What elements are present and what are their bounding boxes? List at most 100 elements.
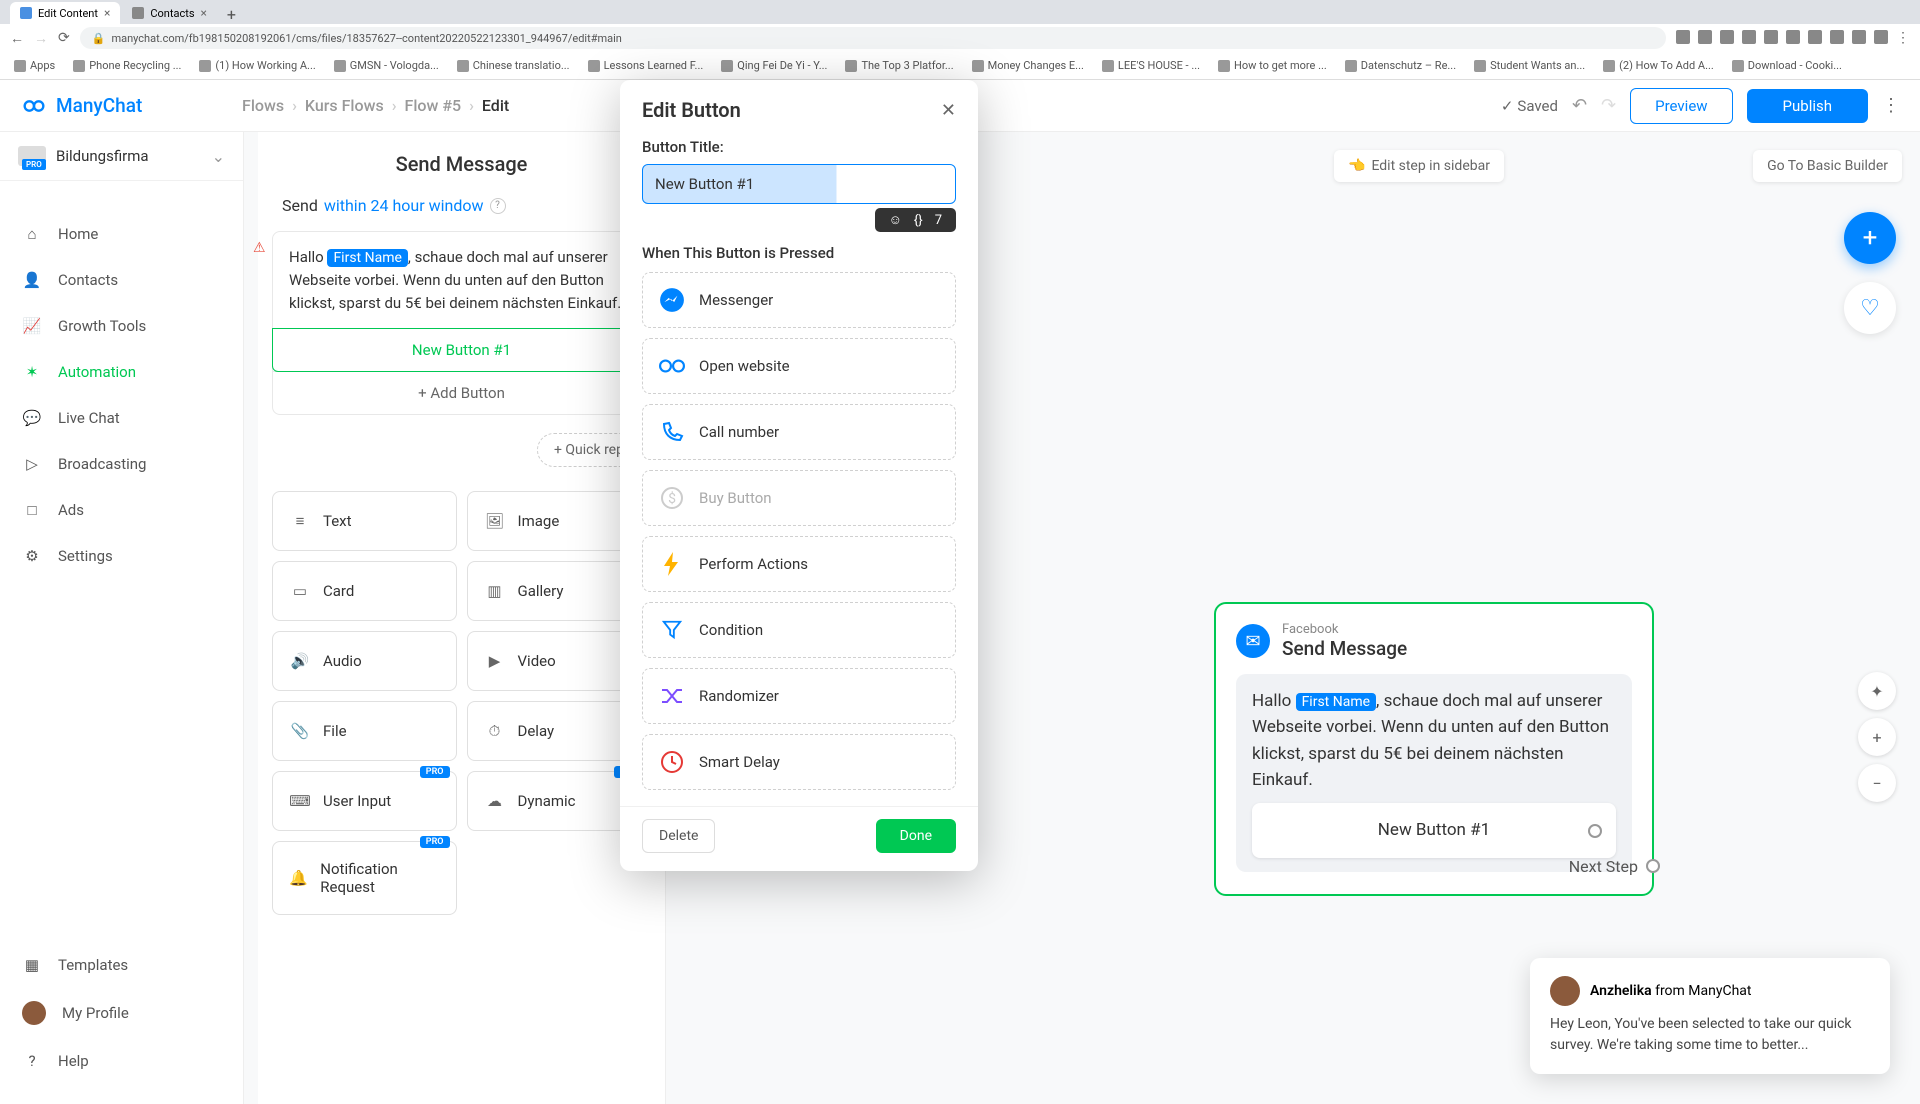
bookmark-item[interactable]: How to get more ... [1218, 59, 1327, 72]
publish-button[interactable]: Publish [1747, 89, 1868, 123]
logo-area[interactable]: ManyChat [20, 92, 242, 120]
action-open-website[interactable]: Open website [642, 338, 956, 394]
block-user-input[interactable]: PRO⌨User Input [272, 771, 457, 831]
breadcrumb-item[interactable]: Kurs Flows [305, 96, 384, 115]
connector-dot-icon[interactable] [1646, 859, 1660, 873]
bookmark-item[interactable]: (1) How Working A... [199, 59, 315, 72]
variable-tag[interactable]: First Name [327, 249, 407, 267]
close-icon[interactable]: × [104, 6, 110, 20]
bookmark-item[interactable]: Datenschutz – Re... [1345, 59, 1456, 72]
nav-home[interactable]: ⌂Home [0, 211, 243, 257]
favorites-fab[interactable]: ♡ [1844, 282, 1896, 334]
more-menu-icon[interactable]: ⋮ [1882, 95, 1900, 116]
ext-icon[interactable] [1720, 30, 1734, 44]
message-button[interactable]: New Button #1 [272, 328, 651, 372]
new-tab-button[interactable]: + [219, 5, 244, 24]
bookmark-item[interactable]: LEE'S HOUSE - ... [1102, 59, 1200, 72]
bookmark-item[interactable]: Money Changes E... [972, 59, 1084, 72]
nav-automation[interactable]: ✶Automation [0, 349, 243, 395]
bookmark-item[interactable]: Chinese translatio... [457, 59, 570, 72]
ext-icon[interactable] [1698, 30, 1712, 44]
preview-button[interactable]: Preview [1630, 88, 1732, 124]
flow-node-send-message[interactable]: ✉ Facebook Send Message Hallo First Name… [1214, 602, 1654, 896]
ext-icon[interactable] [1874, 30, 1888, 44]
bookmark-item[interactable]: Lessons Learned F... [588, 59, 704, 72]
action-randomizer[interactable]: Randomizer [642, 668, 956, 724]
bookmark-item[interactable]: GMSN - Vologda... [334, 59, 439, 72]
block-card[interactable]: ▭Card [272, 561, 457, 621]
magic-tidy-button[interactable]: ✦ [1858, 672, 1896, 710]
send-window-link[interactable]: within 24 hour window [324, 196, 484, 215]
nav-ads[interactable]: □Ads [0, 487, 243, 533]
bookmark-item[interactable]: Apps [14, 59, 55, 72]
ext-icon[interactable] [1764, 30, 1778, 44]
nav-settings[interactable]: ⚙Settings [0, 533, 243, 579]
flow-canvas[interactable]: Send Message Send within 24 hour window … [244, 132, 1920, 1104]
ext-icon[interactable] [1830, 30, 1844, 44]
browser-tab-active[interactable]: Edit Content × [10, 2, 120, 24]
nav-growth-tools[interactable]: 📈Growth Tools [0, 303, 243, 349]
breadcrumb-item[interactable]: Flows [242, 96, 284, 115]
ext-icon[interactable] [1742, 30, 1756, 44]
braces-icon[interactable]: {} [908, 213, 929, 228]
breadcrumb-item[interactable]: Flow #5 [405, 96, 462, 115]
nav-live-chat[interactable]: 💬Live Chat [0, 395, 243, 441]
action-condition[interactable]: Condition [642, 602, 956, 658]
delete-button[interactable]: Delete [642, 819, 715, 853]
workspace-selector[interactable]: PRO Bildungsfirma ⌄ [0, 132, 243, 181]
button-title-input[interactable] [642, 164, 956, 204]
block-audio[interactable]: 🔊Audio [272, 631, 457, 691]
bookmark-item[interactable]: Student Wants an... [1474, 59, 1585, 72]
back-icon[interactable]: ← [10, 30, 24, 47]
forward-icon[interactable]: → [34, 30, 48, 47]
nav-profile[interactable]: My Profile [0, 988, 243, 1038]
ext-icon[interactable] [1676, 30, 1690, 44]
action-smart-delay[interactable]: Smart Delay [642, 734, 956, 790]
pro-badge: PRO [22, 159, 46, 170]
emoji-icon[interactable]: ☺ [883, 212, 908, 228]
nav-contacts[interactable]: 👤Contacts [0, 257, 243, 303]
messenger-icon [659, 287, 685, 313]
action-call-number[interactable]: Call number [642, 404, 956, 460]
edit-step-sidebar-button[interactable]: 👈 Edit step in sidebar [1334, 150, 1504, 182]
bookmark-item[interactable]: Qing Fei De Yi - Y... [721, 59, 827, 72]
nav-broadcasting[interactable]: ▷Broadcasting [0, 441, 243, 487]
ext-icon[interactable] [1808, 30, 1822, 44]
bookmark-item[interactable]: The Top 3 Platfor... [845, 59, 953, 72]
go-basic-builder-button[interactable]: Go To Basic Builder [1753, 150, 1902, 182]
menu-icon[interactable]: ⋮ [1896, 30, 1910, 46]
send-window-line: Send within 24 hour window ? [258, 196, 665, 231]
nav-templates[interactable]: ▦Templates [0, 942, 243, 988]
action-messenger[interactable]: Messenger [642, 272, 956, 328]
bookmark-item[interactable]: (2) How To Add A... [1603, 59, 1714, 72]
block-text[interactable]: ≡Text [272, 491, 457, 551]
support-chat-notification[interactable]: Anzhelika from ManyChat Hey Leon, You've… [1530, 958, 1890, 1074]
message-text[interactable]: Hallo First Name, schaue doch mal auf un… [273, 232, 650, 328]
browser-tab[interactable]: Contacts × [122, 2, 217, 24]
block-notification-request[interactable]: PRO🔔Notification Request [272, 841, 457, 915]
undo-icon[interactable]: ↶ [1572, 95, 1587, 116]
zoom-in-button[interactable]: + [1858, 718, 1896, 756]
action-perform-actions[interactable]: Perform Actions [642, 536, 956, 592]
next-step-connector[interactable]: Next Step [1569, 857, 1660, 876]
nav-help[interactable]: ?Help [0, 1038, 243, 1084]
close-icon[interactable]: ✕ [941, 100, 956, 121]
ext-icon[interactable] [1786, 30, 1800, 44]
zoom-out-button[interactable]: − [1858, 764, 1896, 802]
address-bar[interactable]: 🔒 manychat.com/fb198150208192061/cms/fil… [80, 27, 1666, 49]
broadcast-icon: ▷ [22, 454, 42, 474]
ext-icon[interactable] [1852, 30, 1866, 44]
help-icon[interactable]: ? [490, 198, 506, 214]
connector-dot-icon[interactable] [1588, 824, 1602, 838]
node-button-preview[interactable]: New Button #1 [1252, 803, 1616, 857]
bookmark-item[interactable]: Download - Cooki... [1732, 59, 1842, 72]
close-icon[interactable]: × [201, 6, 207, 20]
message-block[interactable]: ⚠ Hallo First Name, schaue doch mal auf … [272, 231, 651, 415]
add-step-fab[interactable]: + [1844, 212, 1896, 264]
done-button[interactable]: Done [876, 819, 956, 853]
reload-icon[interactable]: ⟳ [58, 30, 70, 46]
add-button-row[interactable]: + Add Button [273, 371, 650, 414]
bookmark-item[interactable]: Phone Recycling ... [73, 59, 181, 72]
block-file[interactable]: 📎File [272, 701, 457, 761]
automation-icon: ✶ [22, 362, 42, 382]
